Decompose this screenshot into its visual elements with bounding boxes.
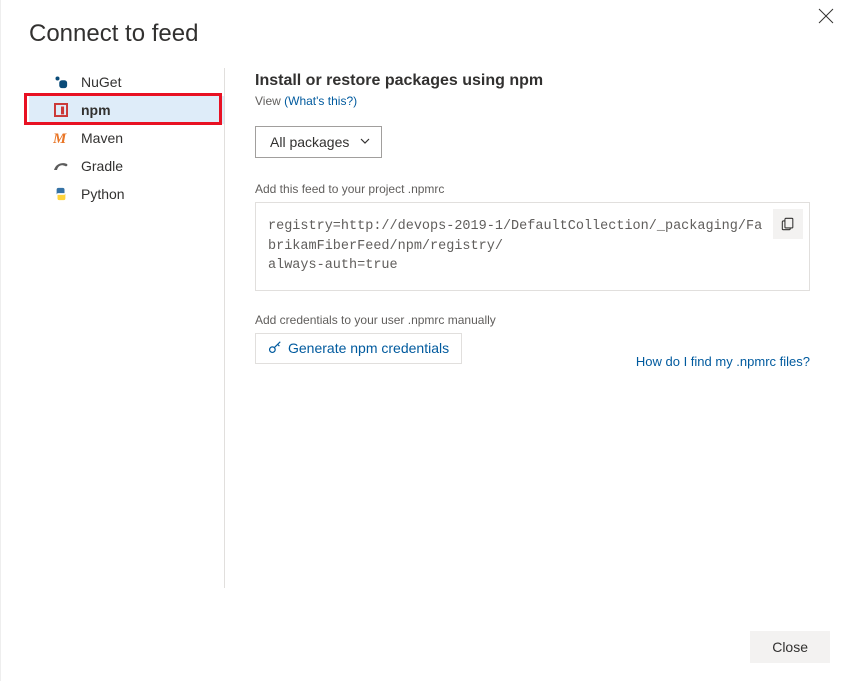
- close-button[interactable]: Close: [750, 631, 830, 663]
- dialog-footer: Close: [750, 631, 830, 663]
- view-line: View (What's this?): [255, 94, 810, 108]
- copy-button[interactable]: [773, 209, 803, 239]
- user-npmrc-hint: Add credentials to your user .npmrc manu…: [255, 313, 810, 327]
- maven-icon: M: [53, 130, 69, 146]
- view-scope-dropdown[interactable]: All packages: [255, 126, 382, 158]
- dialog-title: Connect to feed: [1, 0, 850, 68]
- generate-credentials-button[interactable]: Generate npm credentials: [255, 333, 462, 364]
- python-icon: [53, 186, 69, 202]
- connect-to-feed-dialog: Connect to feed NuGet npm: [0, 0, 850, 681]
- sidebar-item-label: Gradle: [81, 158, 123, 174]
- view-label: View: [255, 94, 281, 108]
- sidebar-item-label: NuGet: [81, 74, 121, 90]
- sidebar-item-label: npm: [81, 102, 111, 118]
- sidebar-item-python[interactable]: Python: [29, 180, 224, 208]
- generate-credentials-label: Generate npm credentials: [288, 340, 449, 356]
- find-npmrc-help-link[interactable]: How do I find my .npmrc files?: [636, 354, 810, 369]
- sidebar-item-gradle[interactable]: Gradle: [29, 152, 224, 180]
- sidebar-item-maven[interactable]: M Maven: [29, 124, 224, 152]
- gradle-icon: [53, 158, 69, 174]
- code-content: registry=http://devops-2019-1/DefaultCol…: [268, 219, 762, 273]
- section-title: Install or restore packages using npm: [255, 72, 810, 90]
- npmrc-code-block: registry=http://devops-2019-1/DefaultCol…: [255, 202, 810, 291]
- dropdown-value: All packages: [270, 134, 349, 150]
- chevron-down-icon: [359, 134, 371, 150]
- sidebar-item-label: Python: [81, 186, 125, 202]
- close-icon: [818, 8, 834, 24]
- npm-icon: [53, 102, 69, 118]
- sidebar-item-label: Maven: [81, 130, 123, 146]
- svg-text:M: M: [53, 131, 67, 145]
- copy-icon: [781, 217, 795, 231]
- key-icon: [268, 340, 282, 357]
- sidebar: NuGet npm M Maven: [29, 68, 224, 608]
- close-icon-button[interactable]: [818, 8, 834, 24]
- sidebar-item-npm[interactable]: npm: [29, 96, 224, 124]
- main-panel: Install or restore packages using npm Vi…: [255, 68, 810, 608]
- project-npmrc-hint: Add this feed to your project .npmrc: [255, 182, 810, 196]
- whats-this-link[interactable]: (What's this?): [284, 94, 357, 108]
- nuget-icon: [53, 74, 69, 90]
- sidebar-item-nuget[interactable]: NuGet: [29, 68, 224, 96]
- vertical-divider: [224, 68, 225, 588]
